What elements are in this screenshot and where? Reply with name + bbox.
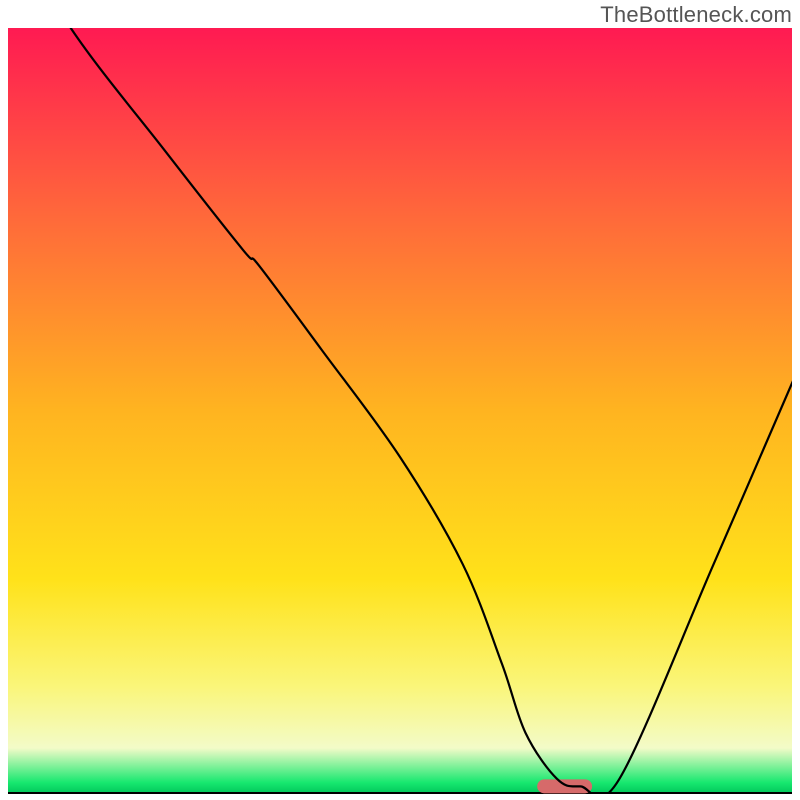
chart-svg	[8, 28, 792, 794]
chart-background	[8, 28, 792, 794]
bottleneck-chart	[8, 28, 792, 794]
watermark-text: TheBottleneck.com	[600, 2, 792, 28]
